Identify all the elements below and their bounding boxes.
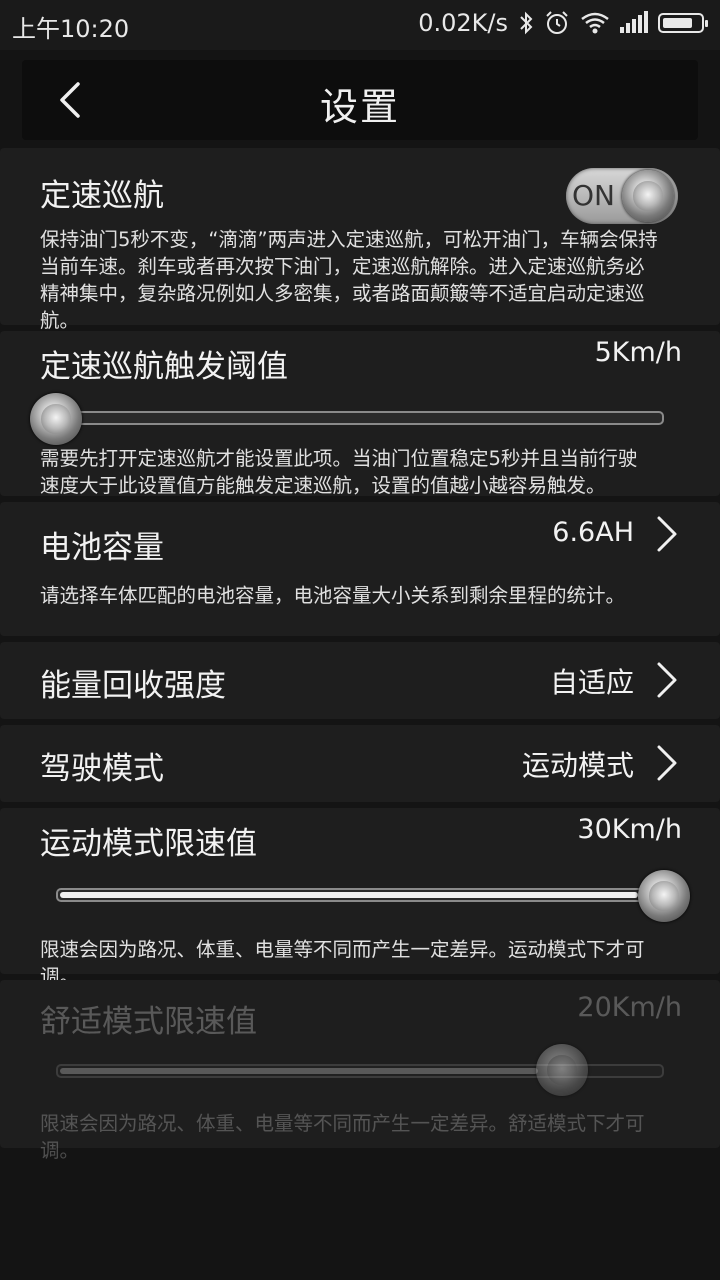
page-title: 设置	[319, 85, 400, 129]
comfort-limit-label: 舒适模式限速值	[40, 1004, 257, 1040]
sport-limit-track[interactable]	[56, 888, 664, 902]
drive-mode-value: 运动模式	[521, 749, 634, 782]
energy-recovery-row[interactable]: 能量回收强度 自适应	[0, 642, 720, 719]
alarm-icon	[546, 11, 568, 34]
signal-icon	[620, 11, 648, 33]
toggle-state-text: ON	[572, 179, 615, 212]
comfort-limit-value: 20Km/h	[577, 992, 682, 1023]
sport-limit-card: 运动模式限速值 30Km/h 限速会因为路况、体重、电量等不同而产生一定差异。运…	[0, 808, 720, 988]
chevron-right-icon	[657, 745, 677, 781]
sport-limit-value: 30Km/h	[577, 814, 682, 845]
comfort-limit-slider-thumb	[536, 1044, 588, 1096]
network-speed: 0.02K/s	[418, 9, 508, 37]
sport-limit-label: 运动模式限速值	[40, 826, 257, 862]
sport-limit-slider-thumb[interactable]	[638, 870, 690, 922]
cruise-threshold-description: 需要先打开定速巡航才能设置此项。当油门位置稳定5秒并且当前行驶速度大于此设置值方…	[40, 447, 638, 497]
header-bar: 设置	[22, 60, 698, 140]
cruise-threshold-value: 5Km/h	[594, 337, 682, 368]
toggle-knob	[622, 170, 674, 222]
battery-icon	[658, 13, 708, 33]
cruise-threshold-card: 定速巡航触发阈值 5Km/h 需要先打开定速巡航才能设置此项。当油门位置稳定5秒…	[0, 331, 720, 497]
drive-mode-row[interactable]: 驾驶模式 运动模式	[0, 725, 720, 802]
energy-recovery-label: 能量回收强度	[40, 668, 226, 704]
cruise-threshold-label: 定速巡航触发阈值	[40, 349, 288, 385]
cruise-control-card: 定速巡航 ON 保持油门5秒不变，“滴滴”两声进入定速巡航，可松开油门，车辆会保…	[0, 148, 720, 332]
chevron-right-icon	[657, 662, 677, 698]
battery-capacity-description: 请选择车体匹配的电池容量，电池容量大小关系到剩余里程的统计。	[40, 584, 626, 607]
energy-recovery-value: 自适应	[549, 666, 634, 699]
comfort-limit-card: 舒适模式限速值 20Km/h 限速会因为路况、体重、电量等不同而产生一定差异。舒…	[0, 980, 720, 1162]
chevron-right-icon	[657, 516, 677, 552]
cruise-threshold-slider-thumb[interactable]	[30, 393, 82, 445]
bluetooth-icon	[520, 11, 533, 35]
cruise-control-label: 定速巡航	[40, 178, 164, 214]
status-time: 上午10:20	[12, 15, 130, 43]
battery-capacity-label: 电池容量	[40, 530, 164, 566]
cruise-threshold-track[interactable]	[56, 411, 664, 425]
status-icons: 0.02K/s	[418, 9, 708, 37]
drive-mode-label: 驾驶模式	[40, 751, 164, 787]
battery-capacity-row[interactable]: 电池容量 6.6AH 请选择车体匹配的电池容量，电池容量大小关系到剩余里程的统计…	[0, 502, 720, 636]
wifi-icon	[581, 12, 609, 34]
status-bar: 上午10:20 0.02K/s	[0, 0, 720, 50]
comfort-limit-description: 限速会因为路况、体重、电量等不同而产生一定差异。舒适模式下才可调。	[40, 1112, 645, 1162]
cruise-control-toggle[interactable]: ON	[566, 168, 678, 224]
battery-capacity-value: 6.6AH	[552, 517, 634, 548]
cruise-control-description: 保持油门5秒不变，“滴滴”两声进入定速巡航，可松开油门，车辆会保持当前车速。刹车…	[40, 228, 658, 332]
